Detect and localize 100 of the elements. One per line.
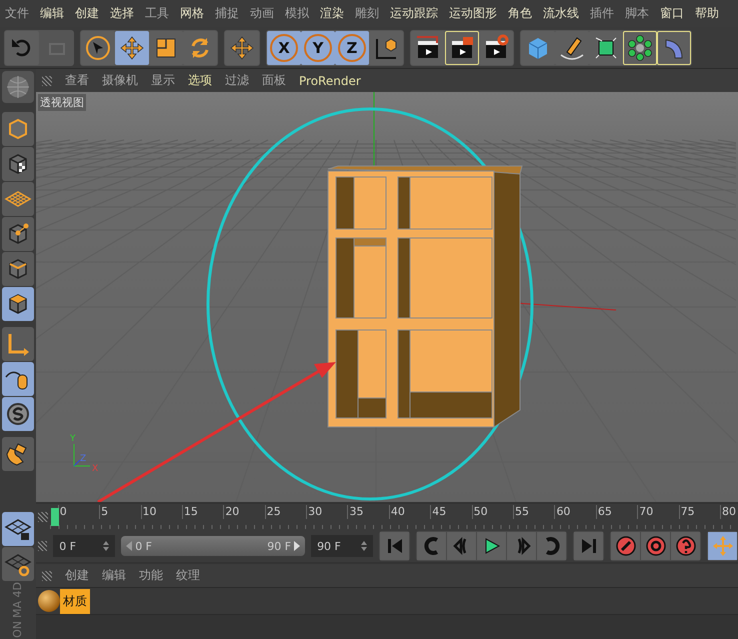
y-axis-button[interactable]: Y <box>301 30 335 64</box>
side-tool-button[interactable] <box>2 252 34 286</box>
menu-item[interactable]: 渲染 <box>320 5 344 22</box>
frame-number: 35 <box>347 505 389 519</box>
menu-item[interactable]: 网格 <box>180 5 204 22</box>
x-axis-button[interactable]: X <box>267 30 301 64</box>
side-tool-button[interactable] <box>2 217 34 251</box>
material-ball-icon[interactable] <box>38 590 60 612</box>
cloner-icon <box>626 34 654 62</box>
frame-number: 75 <box>678 505 720 519</box>
axis-label: X <box>92 464 98 474</box>
side-tool-button[interactable] <box>2 437 34 471</box>
coordinate-system-button[interactable] <box>369 30 403 64</box>
menu-item[interactable]: 流水线 <box>543 5 579 22</box>
menu-item[interactable]: 帮助 <box>695 5 719 22</box>
undo-button[interactable] <box>5 30 39 64</box>
frame-number: 5 <box>99 505 141 519</box>
menu-item[interactable]: 面板 <box>262 72 286 89</box>
timeline-ruler[interactable]: 0 5 10 15 20 25 30 35 40 45 50 55 60 65 70 75 80 <box>50 505 738 529</box>
menu-item[interactable]: 选择 <box>110 5 134 22</box>
menu-item[interactable]: 功能 <box>139 567 163 584</box>
subdivision-button[interactable] <box>589 30 623 64</box>
viewport[interactable]: Y Z X 透视视图 <box>36 92 738 502</box>
move-arrows-icon <box>712 535 734 557</box>
menu-item[interactable]: 雕刻 <box>355 5 379 22</box>
go-to-end-button[interactable] <box>574 532 603 560</box>
menu-item[interactable]: 创建 <box>75 5 99 22</box>
menu-item[interactable]: 角色 <box>508 5 532 22</box>
frame-number: 25 <box>264 505 306 519</box>
side-tool-button[interactable] <box>2 362 34 396</box>
brand-text: ON <box>12 621 24 638</box>
panel-grip-icon[interactable] <box>42 76 52 86</box>
render-button[interactable] <box>445 30 479 64</box>
spinner-arrows-icon <box>361 541 367 551</box>
move-tool-button[interactable] <box>115 30 149 64</box>
key-icon <box>614 535 636 557</box>
frame-number: 40 <box>388 505 430 519</box>
menu-item[interactable]: 摄像机 <box>102 72 138 89</box>
select-tool-button[interactable] <box>81 30 115 64</box>
record-cycle-icon <box>644 535 666 557</box>
record-key-button[interactable] <box>611 532 640 560</box>
play-button[interactable] <box>477 532 506 560</box>
panel-grip-icon[interactable] <box>38 512 48 522</box>
frame-number: 30 <box>306 505 348 519</box>
menu-item[interactable]: 过滤 <box>225 72 249 89</box>
render-view-button[interactable] <box>411 30 445 64</box>
menu-item[interactable]: 编辑 <box>102 567 126 584</box>
menu-item[interactable]: 窗口 <box>660 5 684 22</box>
go-to-start-button[interactable] <box>380 532 409 560</box>
frame-field[interactable]: 90 F <box>311 535 373 557</box>
s-circle-icon <box>4 400 32 428</box>
previous-key-button[interactable] <box>417 532 446 560</box>
move-button[interactable] <box>225 30 259 64</box>
menu-item[interactable]: 动画 <box>250 5 274 22</box>
side-tool-button[interactable] <box>2 397 34 431</box>
rotate-tool-button[interactable] <box>183 30 217 64</box>
left-arrow-icon <box>126 541 132 551</box>
key-help-button[interactable] <box>671 532 700 560</box>
globe-drawing <box>4 73 32 101</box>
scale-tool-button[interactable] <box>149 30 183 64</box>
material-name[interactable]: 材质 <box>60 588 90 614</box>
move-arrows-icon <box>118 34 146 62</box>
side-tool-button[interactable] <box>2 287 34 321</box>
menu-item[interactable]: 运动跟踪 <box>390 5 438 22</box>
side-tool-button[interactable] <box>2 147 34 181</box>
menu-item[interactable]: 插件 <box>590 5 614 22</box>
frame-number: 70 <box>637 505 679 519</box>
spinner-arrows-icon <box>103 541 110 551</box>
menu-item[interactable]: 显示 <box>151 72 175 89</box>
menu-item[interactable]: 模拟 <box>285 5 309 22</box>
camera-label: 透视视图 <box>38 94 86 111</box>
globe-icon[interactable] <box>2 71 34 103</box>
menu-item[interactable]: ProRender <box>299 74 361 88</box>
auto-key-button[interactable] <box>641 532 670 560</box>
menu-item[interactable]: 选项 <box>188 72 212 89</box>
question-icon <box>674 535 696 557</box>
menu-item[interactable]: 纹理 <box>176 567 200 584</box>
side-tool-button[interactable] <box>2 512 34 546</box>
menu-item[interactable]: 捕捉 <box>215 5 239 22</box>
right-arrow-icon <box>294 541 300 551</box>
side-tool-button[interactable] <box>2 547 34 582</box>
menu-item[interactable]: 文件 <box>5 5 29 22</box>
panel-grip-icon[interactable] <box>42 570 52 580</box>
menu-item[interactable]: 编辑 <box>40 5 64 22</box>
axis-label: Y <box>70 434 76 444</box>
menu-item[interactable]: 查看 <box>65 72 89 89</box>
menu-item[interactable]: 运动图形 <box>449 5 497 22</box>
cloner-button[interactable] <box>623 30 657 64</box>
menu-item[interactable]: 脚本 <box>625 5 649 22</box>
render-settings-button[interactable] <box>479 30 513 64</box>
frame-number: 0 <box>58 505 100 519</box>
frame-field[interactable]: 0 F <box>53 535 116 557</box>
menu-item[interactable]: 工具 <box>145 5 169 22</box>
menu-item[interactable]: 创建 <box>65 567 89 584</box>
frame-number: 60 <box>554 505 596 519</box>
next-key-button[interactable] <box>537 532 566 560</box>
z-axis-button[interactable]: Z <box>335 30 369 64</box>
playhead-marker[interactable] <box>50 508 59 526</box>
deformer-button[interactable] <box>657 30 691 64</box>
panel-grip-icon[interactable] <box>38 541 48 551</box>
